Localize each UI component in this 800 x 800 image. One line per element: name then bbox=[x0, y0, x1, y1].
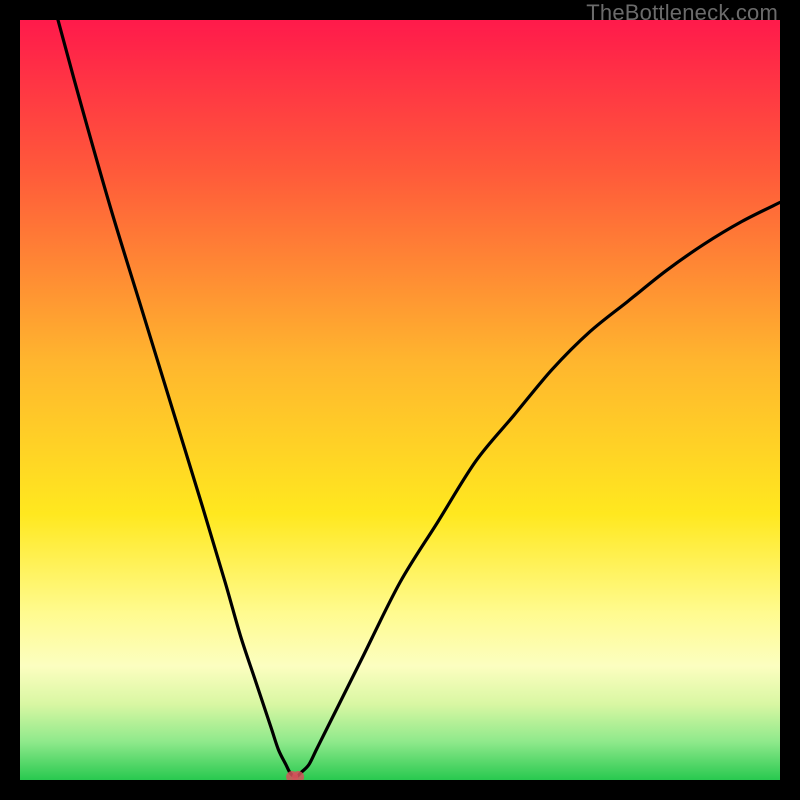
chart-frame bbox=[20, 20, 780, 780]
gradient-background bbox=[20, 20, 780, 780]
optimal-point-marker bbox=[286, 771, 304, 780]
watermark-text: TheBottleneck.com bbox=[586, 0, 778, 26]
bottleneck-chart bbox=[20, 20, 780, 780]
